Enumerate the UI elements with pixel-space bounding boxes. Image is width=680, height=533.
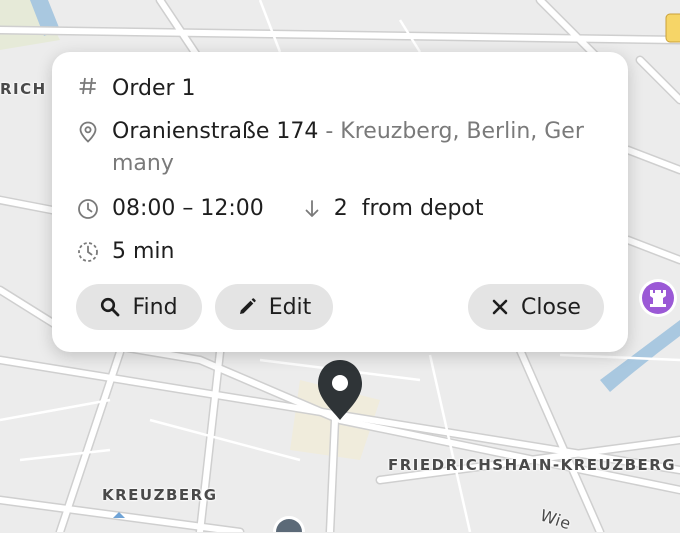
sequence-text: 2 from depot [333,196,484,221]
address-line: Oranienstraße 174 - Kreuzberg, Berlin, G… [112,116,602,148]
arrow-down-icon [300,197,324,221]
rook-poi-marker[interactable] [639,279,677,317]
search-icon [100,297,120,317]
order-popup: Order 1 Oranienstraße 174 - Kreuzberg, B… [52,52,628,352]
order-title-row: Order 1 [76,74,196,104]
map-label-top-left: RICH [0,80,47,98]
edit-button[interactable]: Edit [215,284,333,330]
map-label-friedrichshain-kreuzberg: FRIEDRICHSHAIN-KREUZBERG [388,456,677,474]
corner-badge [665,13,680,43]
find-button[interactable]: Find [76,284,202,330]
close-button[interactable]: Close [468,284,604,330]
close-icon [491,298,509,316]
address-street: Oranienstraße 174 [112,119,319,144]
edit-button-label: Edit [268,294,312,320]
duration: 5 min [112,239,175,264]
hash-icon [76,74,100,98]
pencil-icon [237,297,257,317]
duration-row: 5 min [76,236,174,268]
address-wrap: many [112,151,174,176]
address-row: Oranienstraße 174 - Kreuzberg, Berlin, G… [76,116,606,180]
time-row: 08:00 – 12:00 2 from depot [76,193,484,225]
timer-icon [76,240,100,264]
address-rest: - Kreuzberg, Berlin, Ger [318,119,584,144]
time-window: 08:00 – 12:00 [112,196,264,221]
location-pin-icon [76,120,100,144]
order-title: Order 1 [112,76,196,101]
find-button-label: Find [132,294,178,320]
map-label-kreuzberg: KREUZBERG [102,486,218,504]
clock-icon [76,197,100,221]
poi-marker[interactable] [273,516,305,532]
close-button-label: Close [521,294,581,320]
